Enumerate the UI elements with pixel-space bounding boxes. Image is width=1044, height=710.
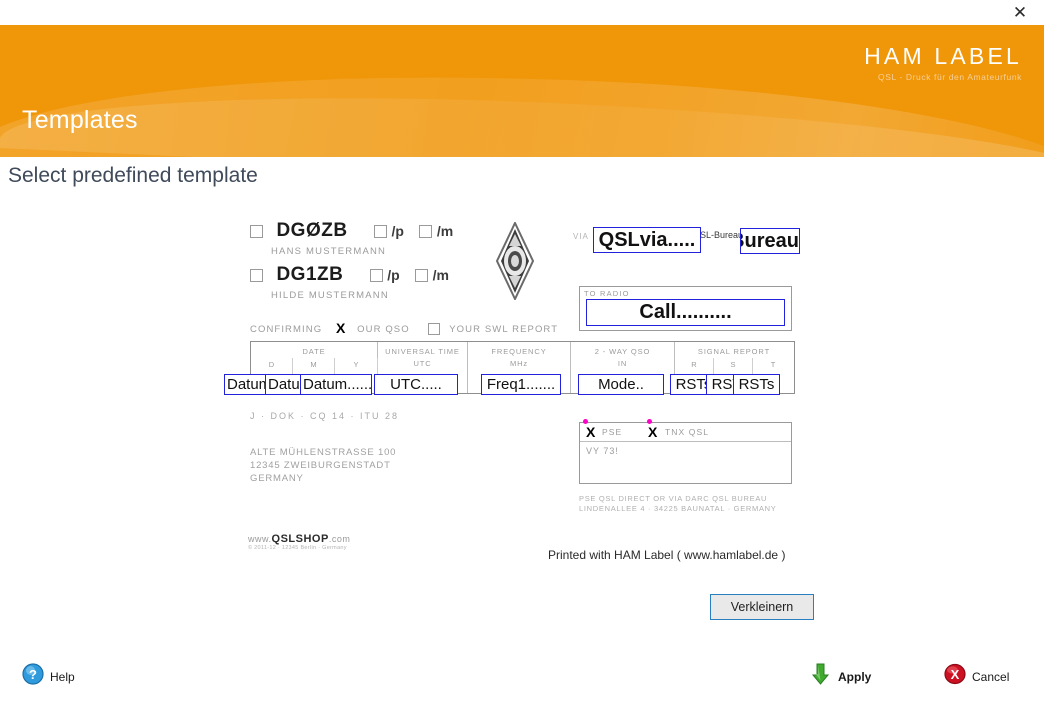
- qslshop-www: www.: [248, 534, 272, 544]
- qslshop-sub: © 2011-12 · 12345 Berlin · Germany: [248, 545, 347, 551]
- operator-2-checkbox[interactable]: [250, 269, 263, 283]
- field-bureau[interactable]: __Bureau: [740, 228, 800, 254]
- help-label: Help: [50, 669, 75, 684]
- cancel-button[interactable]: X Cancel: [944, 663, 1009, 690]
- darc-diamond-icon: [495, 220, 535, 302]
- pse-footer-line-2: LINDENALLEE 4 · 34225 BAUNATAL · GERMANY: [579, 504, 777, 513]
- page-title: Templates: [22, 106, 138, 134]
- confirming-our-qso: OUR QSO: [357, 324, 410, 335]
- close-icon[interactable]: ✕: [1002, 0, 1038, 25]
- templates-dialog: ✕ HAM LABEL QSL - Druck für den Amateurf…: [0, 0, 1044, 710]
- swl-checkbox[interactable]: [427, 323, 440, 336]
- pse-tnx-header: X PSE X TNX QSL: [580, 423, 791, 442]
- operator-1-p-checkbox[interactable]: [374, 225, 388, 239]
- brand-logo: HAM LABEL QSL - Druck für den Amateurfun…: [864, 43, 1022, 82]
- apply-button[interactable]: Apply: [810, 662, 871, 691]
- svg-text:X: X: [951, 667, 960, 682]
- svg-text:?: ?: [29, 667, 37, 682]
- handle-dot-pse[interactable]: [583, 419, 588, 424]
- qslshop-name: QSLSHOP: [271, 533, 329, 545]
- address-line-1: ALTE MÜHLENSTRASSE 100: [250, 447, 397, 458]
- pse-x-mark[interactable]: X: [586, 424, 596, 440]
- vy73-text: VY 73!: [586, 446, 619, 456]
- pse-tnx-frame: X PSE X TNX QSL VY 73!: [579, 422, 792, 484]
- operator-1-p-label: /p: [391, 223, 404, 239]
- confirming-prefix: CONFIRMING: [250, 324, 323, 335]
- address-block: ALTE MÜHLENSTRASSE 100 12345 ZWEIBURGENS…: [250, 446, 396, 485]
- field-frequency[interactable]: Freq1.......: [481, 374, 561, 395]
- tnx-label: TNX QSL: [665, 427, 710, 437]
- cancel-icon: X: [944, 663, 966, 690]
- field-datum-year[interactable]: Datum......: [300, 374, 372, 395]
- brand-tagline: QSL - Druck für den Amateurfunk: [878, 72, 1022, 82]
- operator-2-m-checkbox[interactable]: [415, 269, 429, 283]
- header-banner: HAM LABEL QSL - Druck für den Amateurfun…: [0, 25, 1044, 157]
- operator-1-m-checkbox[interactable]: [419, 225, 433, 239]
- help-icon: ?: [22, 663, 44, 690]
- qslshop-logo: www.QSLSHOP.com © 2011-12 · 12345 Berlin…: [248, 533, 350, 551]
- field-mode[interactable]: Mode..: [578, 374, 664, 395]
- shrink-button[interactable]: Verkleinern: [710, 594, 814, 620]
- confirming-x-mark[interactable]: X: [336, 320, 346, 336]
- operator-2-callsign: DG1ZB: [276, 264, 344, 285]
- qslshop-com: .com: [328, 534, 351, 544]
- pse-label: PSE: [602, 427, 623, 437]
- operator-2-p-checkbox[interactable]: [369, 269, 383, 283]
- operator-row-1: DGØZB /p /m: [250, 220, 453, 242]
- field-utc[interactable]: UTC.....: [374, 374, 458, 395]
- tnx-x-mark[interactable]: X: [648, 424, 658, 440]
- operator-1-m-label: /m: [436, 223, 454, 239]
- operator-1-callsign: DGØZB: [276, 220, 348, 241]
- handle-dot-tnx[interactable]: [647, 419, 652, 424]
- template-preview[interactable]: DGØZB /p /m HANS MUSTERMANN DG1ZB /p /m …: [224, 218, 808, 562]
- operator-2-p-label: /p: [387, 267, 400, 283]
- apply-arrow-icon: [810, 662, 832, 691]
- page-subtitle: Select predefined template: [8, 164, 258, 187]
- cancel-label: Cancel: [972, 669, 1010, 684]
- pse-footer-line-1: PSE QSL DIRECT OR VIA DARC QSL BUREAU: [579, 494, 768, 503]
- operator-row-2: DG1ZB /p /m: [250, 264, 449, 286]
- apply-label: Apply: [838, 669, 872, 684]
- confirming-swl-label: YOUR SWL REPORT: [449, 324, 559, 335]
- pse-footer: PSE QSL DIRECT OR VIA DARC QSL BUREAU LI…: [579, 494, 777, 514]
- address-line-2: 12345 ZWEIBURGENSTADT: [250, 460, 391, 471]
- field-call[interactable]: Call..........: [586, 299, 785, 326]
- to-radio-label: TO RADIO: [584, 289, 630, 298]
- operator-2-m-label: /m: [432, 267, 449, 283]
- brand-name: HAM LABEL: [864, 43, 1022, 69]
- address-line-3: GERMANY: [250, 473, 304, 484]
- title-bar: ✕: [0, 0, 1044, 25]
- confirming-row: CONFIRMING X OUR QSO YOUR SWL REPORT: [250, 320, 558, 336]
- operator-2-name: HILDE MUSTERMANN: [271, 290, 389, 301]
- dok-row: J · DOK · CQ 14 · ITU 28: [250, 411, 400, 421]
- via-label: VIA: [573, 232, 589, 241]
- field-rst-t[interactable]: RSTs: [733, 374, 780, 395]
- field-qsl-via[interactable]: QSLvia.....: [593, 227, 701, 253]
- operator-1-checkbox[interactable]: [250, 225, 263, 239]
- operator-1-name: HANS MUSTERMANN: [271, 246, 387, 257]
- printed-with-text: Printed with HAM Label ( www.hamlabel.de…: [548, 548, 786, 562]
- help-button[interactable]: ? Help: [22, 663, 75, 690]
